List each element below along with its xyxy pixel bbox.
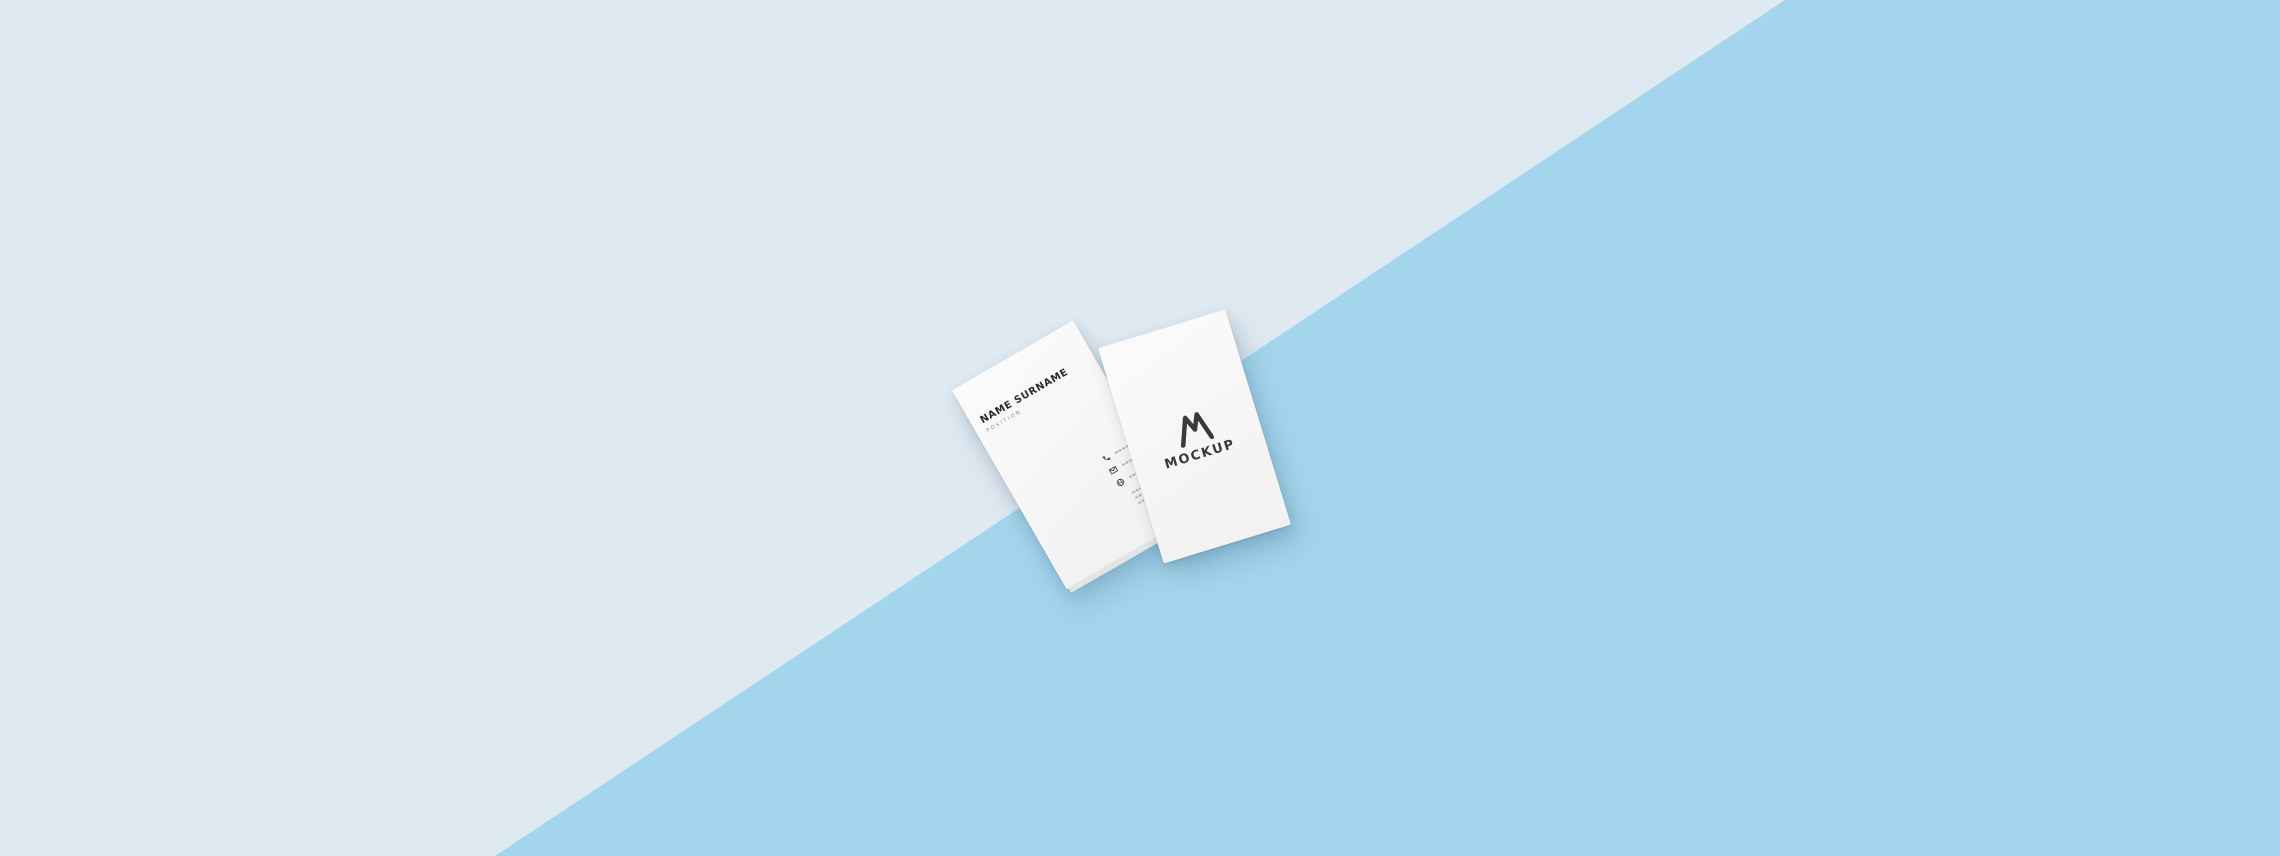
mockup-scene: NAME SURNAME POSITION MOCKUP	[0, 0, 2280, 856]
name-surname-text: NAME SURNAME	[978, 366, 1071, 427]
mail-icon	[1108, 465, 1119, 475]
mountain-m-logo	[1180, 412, 1214, 449]
globe-icon	[1116, 478, 1125, 487]
phone-icon	[1102, 456, 1111, 461]
